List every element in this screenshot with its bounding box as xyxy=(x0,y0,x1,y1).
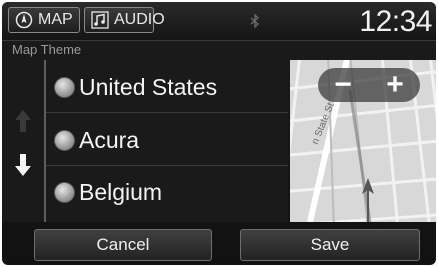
radio-button[interactable] xyxy=(54,181,75,203)
radio-button[interactable] xyxy=(54,76,75,98)
save-button[interactable]: Save xyxy=(240,229,420,261)
scroll-column xyxy=(2,60,46,222)
list-item-acura[interactable]: Acura xyxy=(46,115,288,166)
list-item-label: Belgium xyxy=(79,178,163,205)
top-bar: MAP AUDIO 12:34 xyxy=(2,2,436,41)
list-item-belgium[interactable]: Belgium xyxy=(46,167,288,217)
arrow-up-icon[interactable] xyxy=(14,108,32,134)
radio-button[interactable] xyxy=(54,129,75,151)
navigation-screen: MAP AUDIO 12:34 Map Theme United States … xyxy=(2,2,436,265)
cancel-button[interactable]: Cancel xyxy=(34,229,212,261)
map-button[interactable]: MAP xyxy=(8,7,80,33)
theme-list: United States Acura Belgium xyxy=(2,60,288,222)
map-preview: n State St − + xyxy=(290,60,436,222)
zoom-out-button[interactable]: − xyxy=(318,68,368,102)
list-item-label: Acura xyxy=(79,126,140,153)
list-item-united-states[interactable]: United States xyxy=(46,62,288,113)
zoom-controls: − + xyxy=(318,68,420,102)
audio-button[interactable]: AUDIO xyxy=(84,7,165,33)
compass-icon xyxy=(15,11,33,29)
bluetooth-icon xyxy=(250,13,260,31)
audio-button-label: AUDIO xyxy=(114,11,165,28)
zoom-in-button[interactable]: + xyxy=(370,68,420,102)
page-title: Map Theme xyxy=(12,42,82,57)
list-item-label: United States xyxy=(79,73,218,100)
arrow-down-icon[interactable] xyxy=(14,152,32,178)
music-note-icon xyxy=(91,11,109,29)
map-button-label: MAP xyxy=(38,11,73,28)
clock: 12:34 xyxy=(359,5,432,38)
